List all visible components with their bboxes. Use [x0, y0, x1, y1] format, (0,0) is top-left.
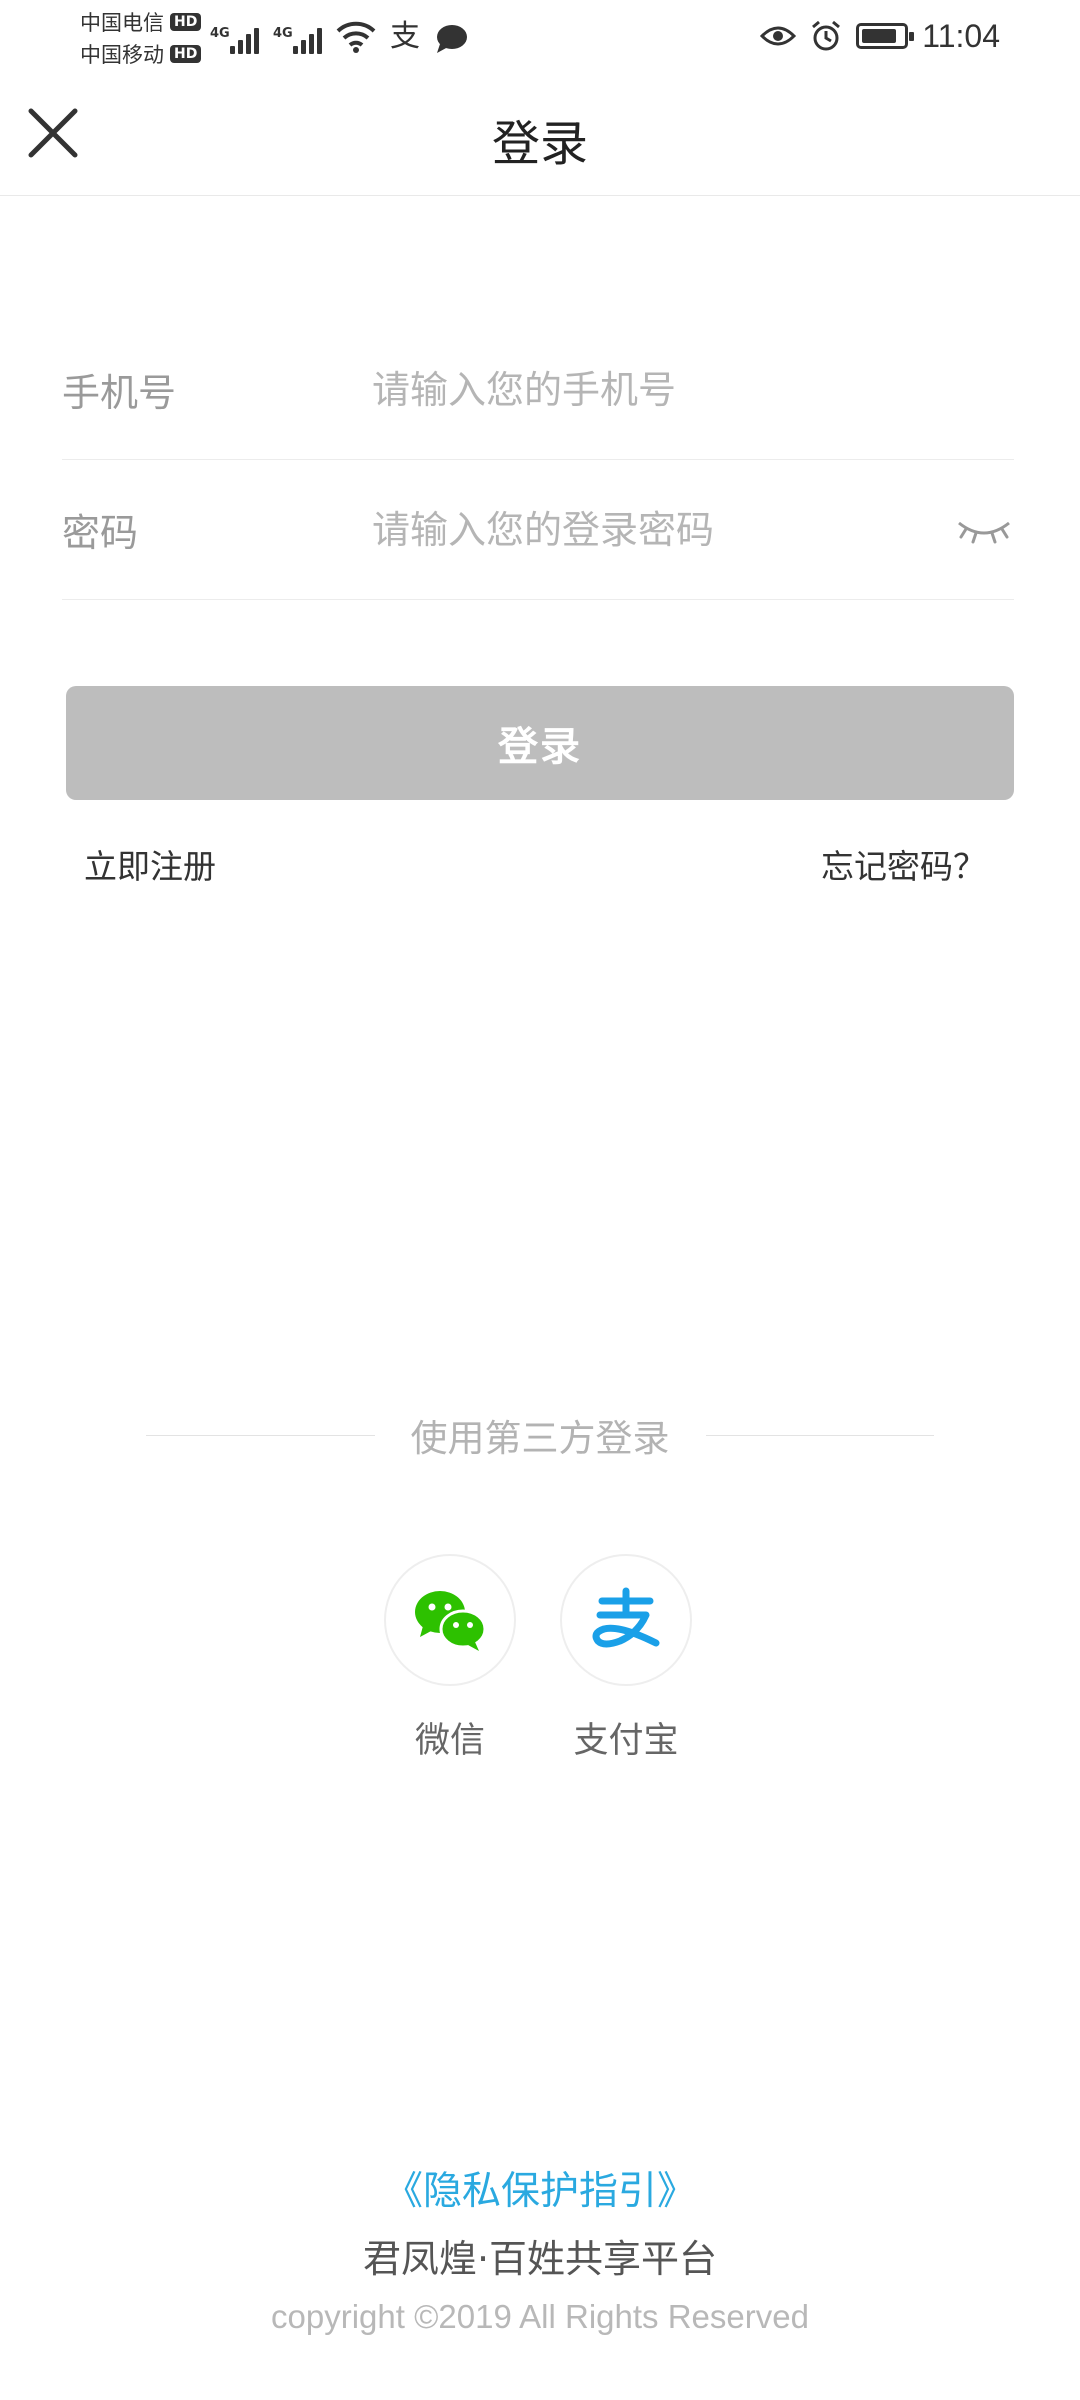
- wechat-login: 微信: [384, 1554, 516, 1763]
- signal-strength-icon: 4G: [273, 26, 322, 54]
- network-type-label: 4G: [210, 26, 230, 41]
- platform-name: 君凤煌·百姓共享平台: [362, 2237, 718, 2281]
- battery-icon: [856, 23, 915, 49]
- privacy-policy-link[interactable]: 《隐私保护指引》: [0, 2160, 1080, 2216]
- signal-indicators: 4G 4G 支: [210, 14, 468, 54]
- register-link[interactable]: 立即注册: [84, 840, 216, 888]
- phone-label: 手机号: [62, 371, 177, 415]
- clock-time: 11:04: [922, 17, 1000, 54]
- password-label: 密码: [62, 511, 139, 555]
- wechat-icon: [415, 1591, 487, 1651]
- password-visibility-toggle[interactable]: [954, 510, 1014, 550]
- message-bubble-icon: [437, 25, 467, 53]
- eye-closed-icon: [958, 521, 1010, 543]
- alipay-icon: [592, 1587, 660, 1648]
- battery-level: [862, 29, 897, 43]
- alipay-login-button[interactable]: [560, 1554, 692, 1686]
- top-app-bar: 登录: [0, 74, 1080, 196]
- login-button[interactable]: 登录: [66, 686, 1014, 800]
- carrier-info: 中国电信 HD 中国移动 HD: [80, 6, 202, 70]
- divider-line: [705, 1434, 934, 1436]
- phone-input[interactable]: [372, 367, 1014, 412]
- copyright-text: copyright ©2019 All Rights Reserved: [271, 2298, 809, 2335]
- page-title: 登录: [491, 116, 588, 172]
- eye-comfort-icon: [760, 26, 797, 46]
- alipay-login: 支付宝: [560, 1554, 692, 1763]
- forgot-password-link[interactable]: 忘记密码？: [821, 840, 986, 888]
- carrier-line-1: 中国电信 HD: [80, 6, 202, 38]
- password-row: 密码: [62, 460, 1014, 600]
- alipay-label: 支付宝: [573, 1721, 679, 1761]
- carrier-2-name: 中国移动: [80, 43, 164, 67]
- alarm-icon: [812, 20, 841, 51]
- wifi-icon: [336, 21, 376, 53]
- carrier-line-2: 中国移动 HD: [80, 38, 202, 70]
- phone-row: 手机号: [62, 320, 1014, 460]
- wechat-label: 微信: [414, 1721, 485, 1761]
- third-party-title: 使用第三方登录: [410, 1417, 670, 1460]
- signal-strength-icon: 4G: [210, 26, 259, 54]
- password-input[interactable]: [372, 507, 954, 552]
- third-party-divider: 使用第三方登录: [146, 1410, 934, 1460]
- status-bar: 中国电信 HD 中国移动 HD 4G 4G 支 11:04: [0, 0, 1080, 74]
- hd-badge: HD: [170, 45, 202, 63]
- status-right: 11:04: [760, 14, 1000, 58]
- wechat-login-button[interactable]: [384, 1554, 516, 1686]
- alipay-notification-icon: 支: [390, 19, 420, 54]
- divider-line: [146, 1434, 375, 1436]
- hd-badge: HD: [170, 13, 202, 31]
- carrier-1-name: 中国电信: [80, 11, 164, 35]
- network-type-label: 4G: [273, 26, 293, 41]
